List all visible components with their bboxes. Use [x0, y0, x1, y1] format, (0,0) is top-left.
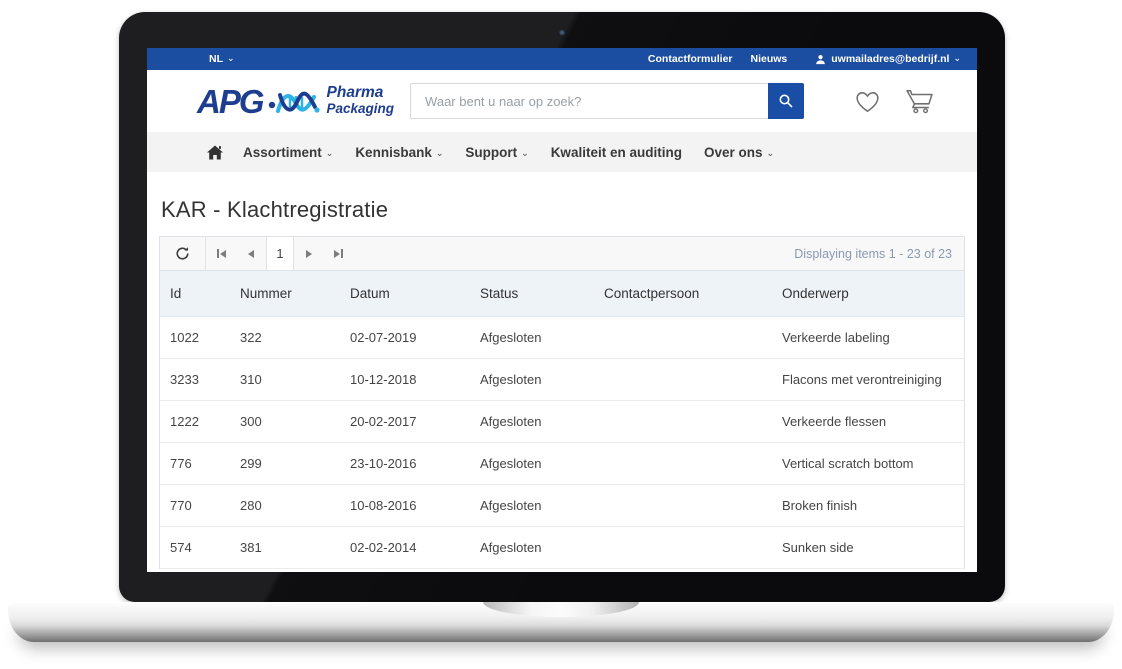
language-label: NL [209, 53, 223, 65]
laptop-base-notch [483, 602, 639, 617]
search-input[interactable] [410, 83, 768, 119]
search-bar [410, 83, 804, 119]
column-header-nummer[interactable]: Nummer [230, 271, 340, 317]
chevron-down-icon: ⌄ [436, 148, 444, 159]
table-header-row: Id Nummer Datum Status Contactpersoon On… [160, 271, 964, 317]
search-button[interactable] [768, 83, 804, 119]
top-utility-bar: NL ⌄ Contactformulier Nieuws uwmailadres… [147, 48, 977, 70]
column-header-onderwerp[interactable]: Onderwerp [772, 271, 964, 317]
nav-item-assortiment[interactable]: Assortiment⌄ [243, 145, 333, 160]
language-selector[interactable]: NL ⌄ [209, 53, 235, 65]
laptop-base [8, 602, 1114, 642]
nav-home-icon[interactable] [207, 145, 223, 160]
page-content: KAR - Klachtregistratie [147, 197, 977, 569]
column-header-contactpersoon[interactable]: Contactpersoon [594, 271, 772, 317]
nav-item-kennisbank[interactable]: Kennisbank⌄ [355, 145, 443, 160]
column-header-id[interactable]: Id [160, 271, 230, 317]
wishlist-heart-icon[interactable] [854, 89, 881, 114]
table-row[interactable]: 1022 322 02-07-2019 Afgesloten Verkeerde… [160, 317, 964, 359]
topbar-link-nieuws[interactable]: Nieuws [751, 53, 788, 65]
complaints-grid: 1 Displaying items 1 - 23 of 23 [159, 236, 965, 569]
account-menu[interactable]: uwmailadres@bedrijf.nl ⌄ [815, 53, 961, 65]
topbar-link-contactformulier[interactable]: Contactformulier [648, 53, 733, 65]
search-icon [778, 93, 794, 109]
cart-icon[interactable] [905, 88, 934, 114]
table-row[interactable]: 770 280 10-08-2016 Afgesloten Broken fin… [160, 485, 964, 527]
home-icon [207, 145, 223, 160]
column-header-datum[interactable]: Datum [340, 271, 470, 317]
grid-toolbar: 1 Displaying items 1 - 23 of 23 [160, 237, 964, 271]
logo-brand-text: APG [197, 85, 263, 118]
logo-tagline: Pharma Packaging [327, 85, 395, 116]
laptop-bezel: NL ⌄ Contactformulier Nieuws uwmailadres… [119, 12, 1005, 602]
chevron-down-icon: ⌄ [227, 53, 235, 64]
table-row[interactable]: 574 381 02-02-2014 Afgesloten Sunken sid… [160, 527, 964, 569]
main-navigation: Assortiment⌄ Kennisbank⌄ Support⌄ Kwalit… [147, 132, 977, 172]
site-header: APG Pharma Packaging [147, 70, 977, 132]
chevron-down-icon: ⌄ [953, 53, 961, 64]
webcam-icon [558, 29, 566, 37]
user-email: uwmailadres@bedrijf.nl [831, 53, 949, 65]
first-page-button[interactable] [206, 237, 236, 270]
table-row[interactable]: 1222 300 20-02-2017 Afgesloten Verkeerde… [160, 401, 964, 443]
chevron-down-icon: ⌄ [326, 148, 334, 159]
complaints-table: Id Nummer Datum Status Contactpersoon On… [160, 271, 964, 569]
refresh-button[interactable] [160, 237, 206, 270]
current-page[interactable]: 1 [266, 237, 294, 270]
paging-status: Displaying items 1 - 23 of 23 [794, 247, 964, 261]
dna-icon [268, 85, 322, 119]
table-row[interactable]: 3233 310 10-12-2018 Afgesloten Flacons m… [160, 359, 964, 401]
next-page-button[interactable] [294, 237, 324, 270]
user-icon [815, 54, 826, 65]
nav-item-kwaliteit-en-auditing[interactable]: Kwaliteit en auditing [551, 145, 682, 160]
prev-page-button[interactable] [236, 237, 266, 270]
screen: NL ⌄ Contactformulier Nieuws uwmailadres… [147, 48, 977, 572]
nav-item-support[interactable]: Support⌄ [465, 145, 528, 160]
pagination: 1 [206, 237, 354, 270]
last-page-button[interactable] [324, 237, 354, 270]
page-background: NL ⌄ Contactformulier Nieuws uwmailadres… [0, 0, 1122, 669]
table-row[interactable]: 776 299 23-10-2016 Afgesloten Vertical s… [160, 443, 964, 485]
page-title: KAR - Klachtregistratie [161, 197, 965, 223]
chevron-down-icon: ⌄ [766, 148, 774, 159]
nav-item-over-ons[interactable]: Over ons⌄ [704, 145, 774, 160]
logo[interactable]: APG Pharma Packaging [197, 83, 394, 119]
column-header-status[interactable]: Status [470, 271, 594, 317]
refresh-icon [175, 246, 190, 261]
chevron-down-icon: ⌄ [521, 148, 529, 159]
